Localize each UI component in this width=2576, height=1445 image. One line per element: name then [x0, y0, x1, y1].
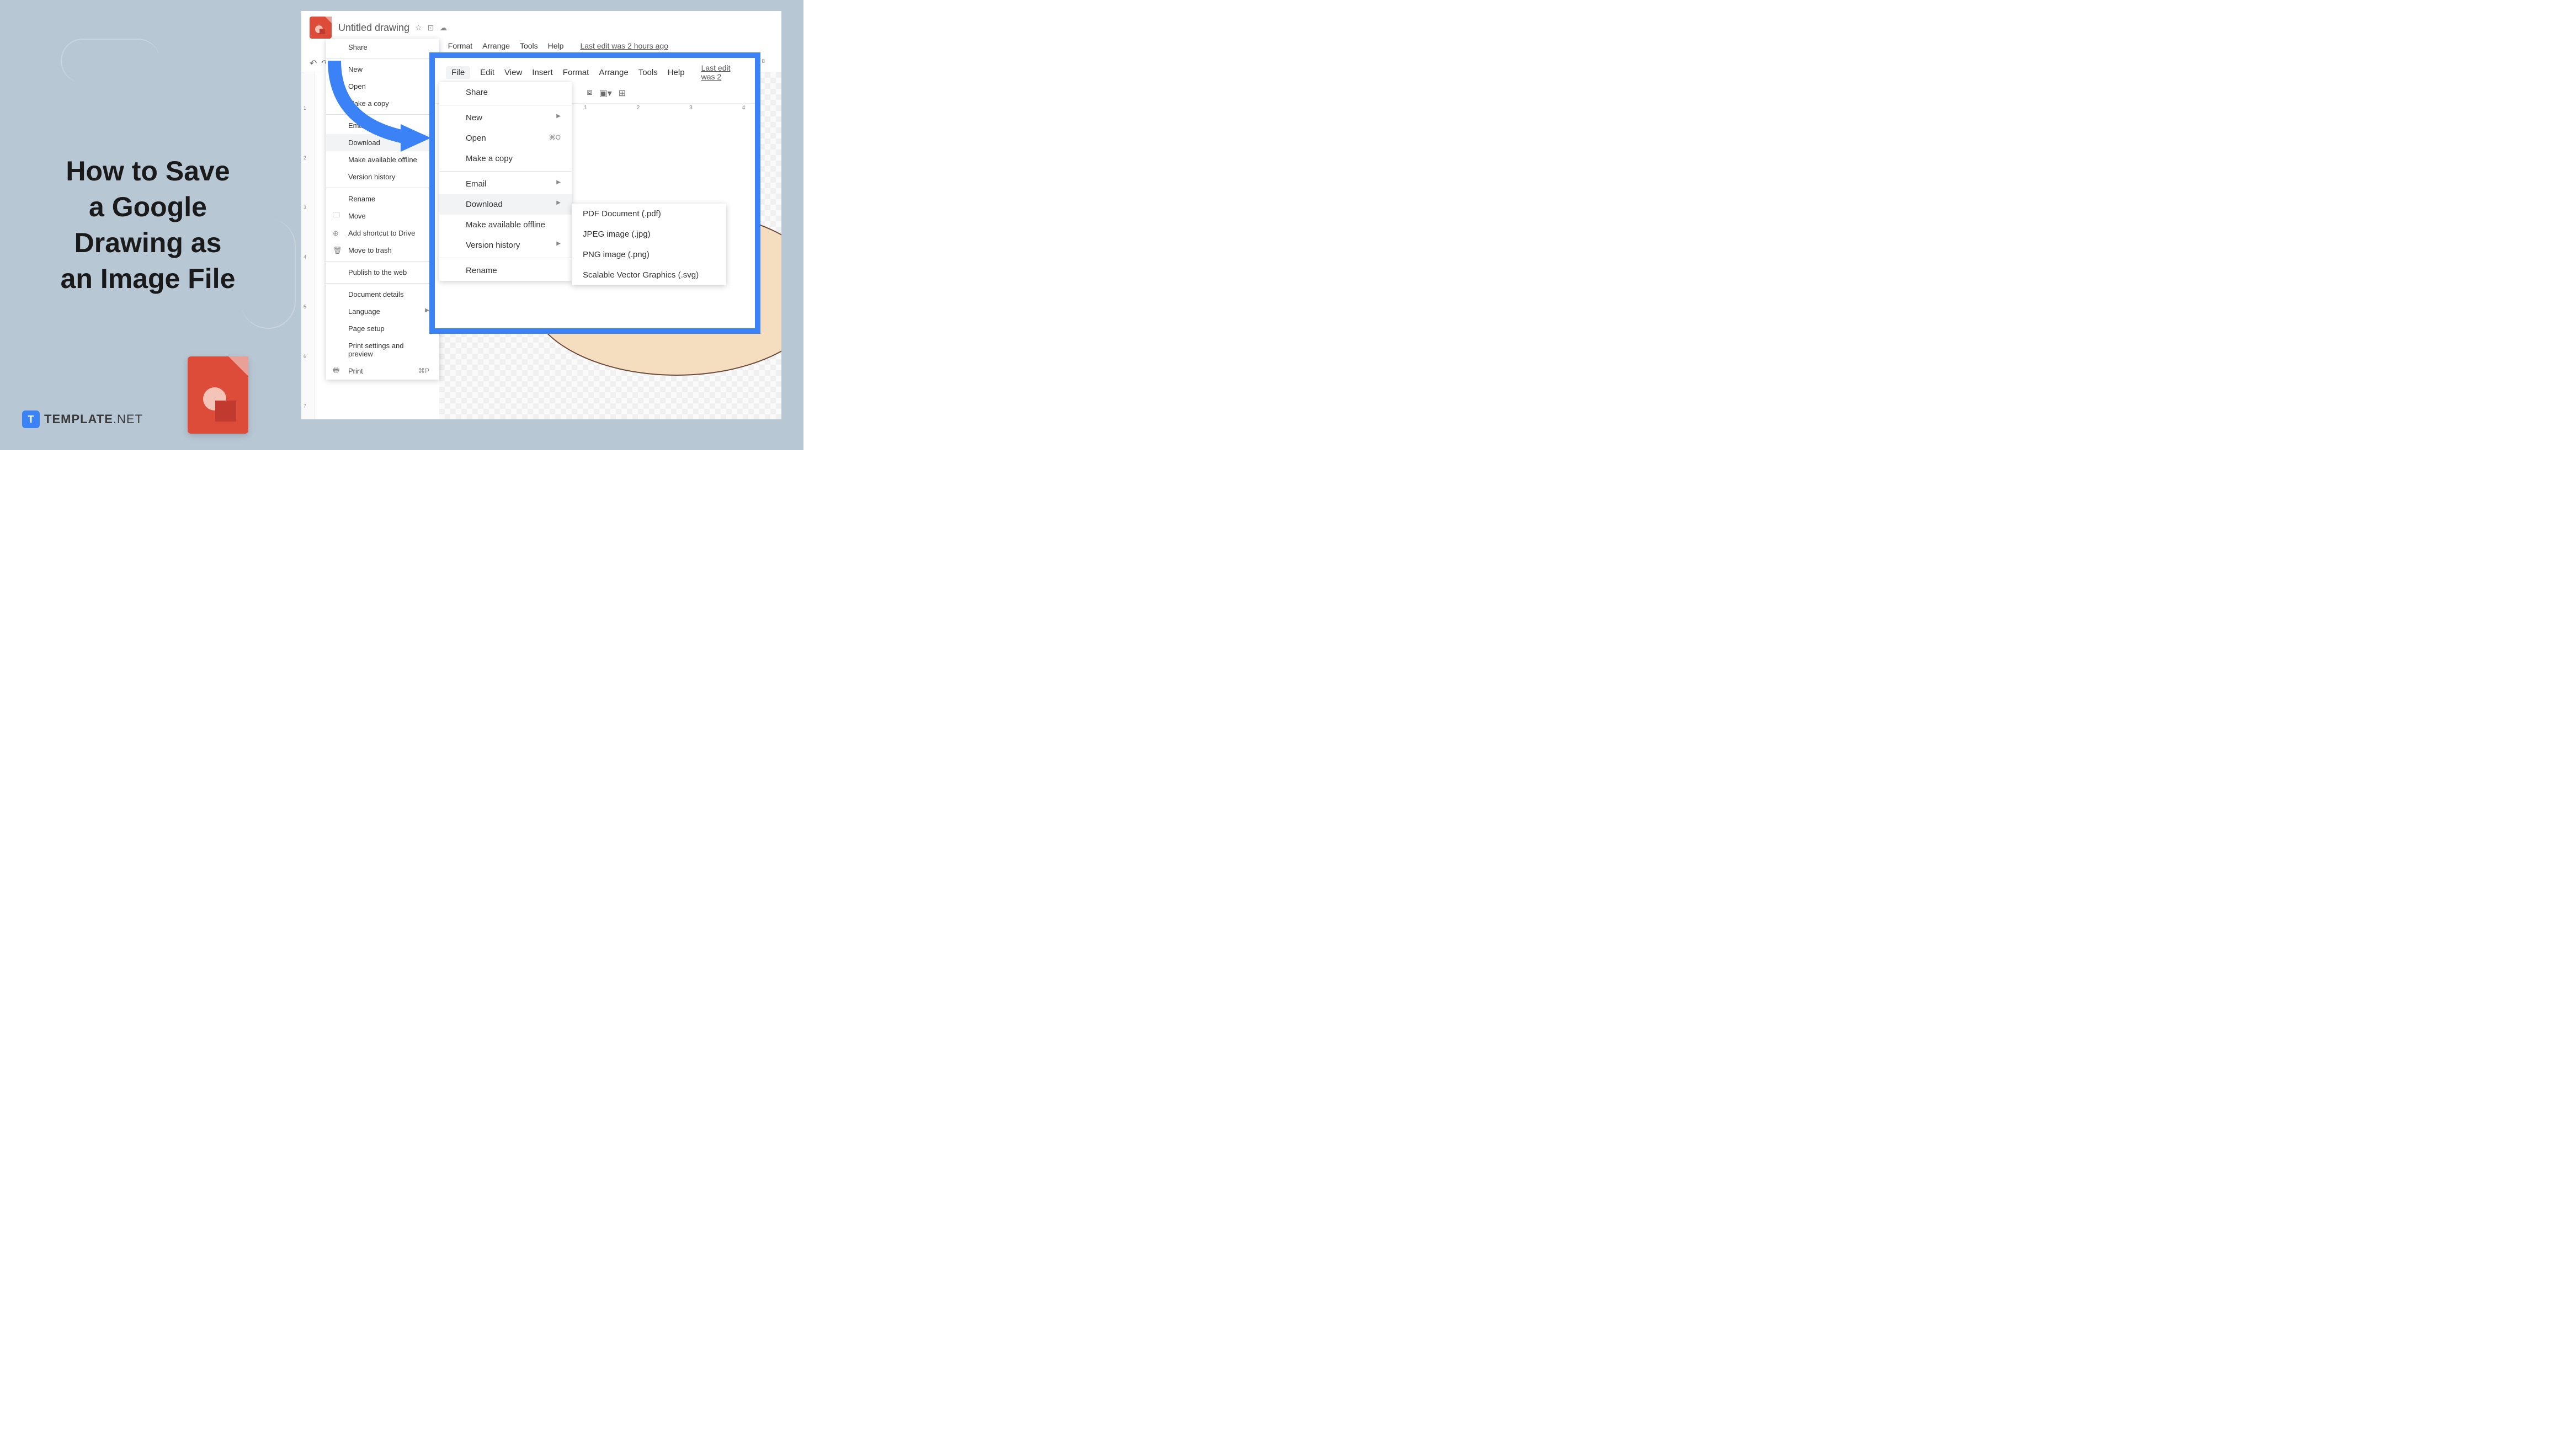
folder-icon[interactable]: ⊡: [428, 23, 434, 33]
menu-doc-details[interactable]: Document details: [326, 286, 439, 303]
menu-format-zoom[interactable]: Format: [563, 68, 589, 77]
screenshot-background: Untitled drawing ☆ ⊡ ☁ File Edit View In…: [301, 11, 781, 419]
menu-share-zoom[interactable]: Share: [439, 82, 572, 103]
template-net-logo: T TEMPLATE.NET: [22, 410, 143, 428]
textbox-icon[interactable]: ⧈: [587, 88, 592, 99]
trash-icon: 🗑: [333, 246, 342, 255]
download-png[interactable]: PNG image (.png): [572, 244, 726, 265]
menu-move[interactable]: 🗀Move: [326, 207, 439, 225]
file-menu-dropdown-zoom: Share New▶ Open⌘O Make a copy Email▶ Dow…: [439, 82, 572, 281]
decorative-line: [61, 39, 160, 83]
chevron-right-icon: ▶: [556, 200, 561, 206]
menu-print[interactable]: 🖶Print⌘P: [326, 362, 439, 380]
menu-rename-zoom[interactable]: Rename: [439, 260, 572, 281]
menu-new-zoom[interactable]: New▶: [439, 108, 572, 128]
menu-rename[interactable]: Rename: [326, 190, 439, 207]
callout-arrow: [321, 52, 431, 163]
add-icon[interactable]: ⊞: [619, 88, 626, 99]
download-pdf[interactable]: PDF Document (.pdf): [572, 204, 726, 224]
zoom-callout: File Edit View Insert Format Arrange Too…: [429, 52, 760, 334]
menu-file-zoom[interactable]: File: [446, 66, 470, 79]
print-icon: 🖶: [333, 365, 339, 377]
ruler-mark: 8: [762, 58, 765, 65]
menu-tools-zoom[interactable]: Tools: [638, 68, 658, 77]
last-edit-zoom[interactable]: Last edit was 2: [701, 63, 744, 81]
chevron-right-icon: ▶: [556, 241, 561, 247]
image-icon[interactable]: ▣▾: [599, 88, 612, 99]
menu-version-zoom[interactable]: Version history▶: [439, 235, 572, 255]
menu-language[interactable]: Language▶: [326, 303, 439, 320]
download-submenu: PDF Document (.pdf) JPEG image (.jpg) PN…: [572, 204, 726, 285]
decorative-line: [241, 218, 296, 329]
menu-insert-zoom[interactable]: Insert: [532, 68, 553, 77]
menu-open-zoom[interactable]: Open⌘O: [439, 128, 572, 148]
tutorial-title: How to Save a Google Drawing as an Image…: [22, 153, 274, 297]
menu-arrange[interactable]: Arrange: [482, 41, 510, 52]
drawings-app-icon: [310, 17, 332, 39]
menu-email-zoom[interactable]: Email▶: [439, 174, 572, 194]
menu-version-history[interactable]: Version history: [326, 168, 439, 185]
menu-page-setup[interactable]: Page setup: [326, 320, 439, 337]
last-edit-link[interactable]: Last edit was 2 hours ago: [580, 41, 668, 52]
menu-print-settings[interactable]: Print settings and preview: [326, 337, 439, 362]
menu-view-zoom[interactable]: View: [504, 68, 522, 77]
document-title[interactable]: Untitled drawing: [338, 22, 409, 34]
menu-download-zoom[interactable]: Download▶: [439, 194, 572, 215]
cloud-icon[interactable]: ☁: [439, 23, 447, 33]
menu-format[interactable]: Format: [448, 41, 472, 52]
chevron-right-icon: ▶: [556, 179, 561, 185]
shortcut-icon: ⊕: [333, 229, 339, 238]
download-svg[interactable]: Scalable Vector Graphics (.svg): [572, 265, 726, 285]
vertical-ruler: 1 2 3 4 5 6 7: [301, 72, 315, 419]
chevron-right-icon: ▶: [556, 113, 561, 119]
menu-edit-zoom[interactable]: Edit: [480, 68, 494, 77]
menu-add-shortcut[interactable]: ⊕Add shortcut to Drive: [326, 225, 439, 242]
menu-make-copy-zoom[interactable]: Make a copy: [439, 148, 572, 169]
menu-help[interactable]: Help: [548, 41, 564, 52]
menu-offline-zoom[interactable]: Make available offline: [439, 215, 572, 235]
star-icon[interactable]: ☆: [415, 23, 422, 33]
google-drawings-logo: [188, 356, 248, 434]
undo-icon[interactable]: ↶: [310, 58, 317, 69]
menu-arrange-zoom[interactable]: Arrange: [599, 68, 628, 77]
chevron-right-icon: ▶: [425, 307, 429, 313]
menu-publish[interactable]: Publish to the web: [326, 264, 439, 281]
folder-icon: 🗀: [333, 210, 340, 222]
download-jpeg[interactable]: JPEG image (.jpg): [572, 224, 726, 244]
menu-help-zoom[interactable]: Help: [668, 68, 685, 77]
menu-tools[interactable]: Tools: [520, 41, 538, 52]
menu-trash[interactable]: 🗑Move to trash: [326, 242, 439, 259]
